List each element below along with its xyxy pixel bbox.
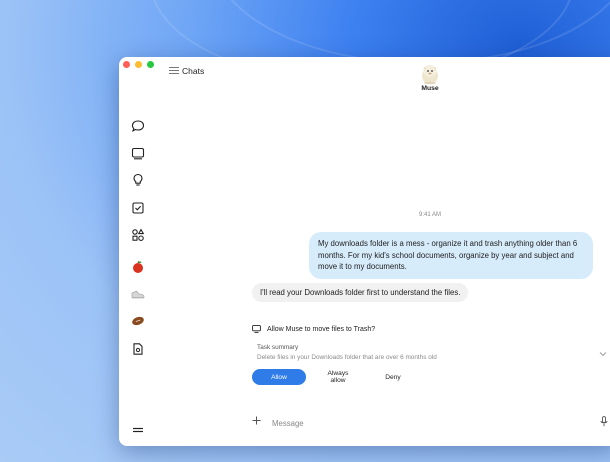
permission-buttons: Allow Always allow Deny [252, 369, 607, 385]
always-allow-button[interactable]: Always allow [314, 369, 362, 385]
apps-grid-icon[interactable] [131, 228, 145, 242]
microphone-icon[interactable] [600, 416, 608, 427]
task-summary-label: Task summary [257, 344, 299, 351]
checkbox-icon[interactable] [131, 201, 145, 215]
sidebar [119, 112, 157, 446]
task-summary-text: Delete files in your Downloads folder th… [257, 354, 437, 361]
chevron-down-icon[interactable] [599, 351, 607, 357]
task-summary[interactable]: Task summary Delete files in your Downlo… [252, 344, 607, 361]
plus-icon[interactable] [252, 416, 261, 425]
menu-bars-icon[interactable] [131, 423, 145, 437]
apple-emoji-icon[interactable] [131, 260, 145, 274]
lightbulb-icon[interactable] [131, 173, 145, 187]
assistant-name: Muse [421, 85, 439, 92]
message-input[interactable] [270, 414, 574, 432]
chats-title: Chats [182, 66, 205, 76]
permission-request: Allow Muse to move files to Trash? Task … [252, 325, 607, 385]
monitor-icon [252, 325, 261, 333]
deny-button[interactable]: Deny [378, 369, 408, 385]
message-timestamp: 9:41 AM [418, 212, 441, 218]
chat-bubble-icon[interactable] [131, 119, 145, 133]
muse-avatar [422, 65, 438, 85]
permission-title: Allow Muse to move files to Trash? [267, 325, 376, 333]
sneaker-emoji-icon[interactable] [131, 286, 145, 300]
hamburger-menu-icon[interactable] [169, 66, 179, 75]
permission-header: Allow Muse to move files to Trash? [252, 325, 607, 333]
app-window: Chats Muse 9:41 AM My downloads folder i… [119, 57, 610, 446]
football-emoji-icon[interactable] [131, 314, 145, 328]
top-bar: Chats Muse [119, 57, 610, 107]
assistant-message-bubble: I'll read your Downloads folder first to… [252, 283, 469, 302]
allow-button[interactable]: Allow [252, 369, 306, 385]
browser-window-icon[interactable] [131, 146, 145, 160]
message-composer [252, 412, 610, 432]
document-icon[interactable] [131, 342, 145, 356]
user-message-bubble: My downloads folder is a mess - organize… [309, 232, 593, 279]
